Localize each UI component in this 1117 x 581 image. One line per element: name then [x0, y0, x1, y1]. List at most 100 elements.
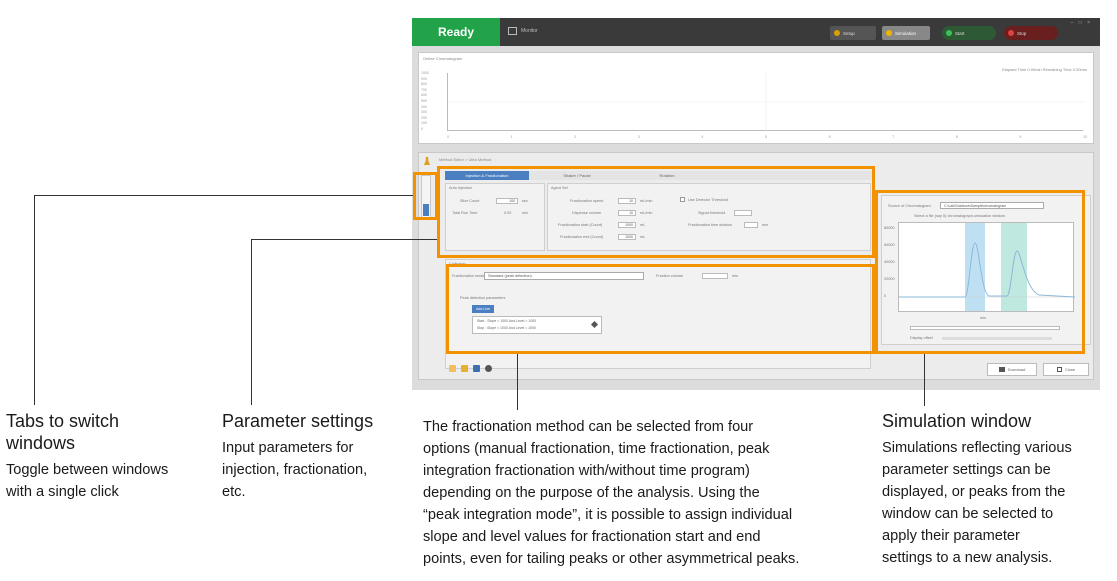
refresh-icon[interactable]	[485, 365, 492, 372]
annotation-simulation-body-1: Simulations reflecting various	[882, 440, 1072, 456]
flask-icon	[424, 157, 430, 165]
window-switch-tabs[interactable]	[421, 175, 431, 219]
chromatogram-y-tick: 600	[421, 93, 427, 98]
active-window-tab[interactable]	[423, 204, 429, 216]
monitor-tab[interactable]: Monitor	[508, 27, 538, 35]
start-label: Start	[955, 30, 965, 36]
tab-rotation[interactable]: Rotation	[625, 171, 709, 180]
chromatogram-x-tick: 5	[765, 135, 767, 139]
chromatogram-x-tick: 2	[574, 135, 577, 139]
signal-threshold-input[interactable]	[734, 210, 752, 216]
edit-pencil-icon[interactable]	[590, 320, 599, 329]
peak-parameter-list[interactable]: Start : Slope = 1000 And Level = 1000 St…	[472, 316, 602, 334]
fraction-volume-unit: min	[732, 274, 739, 278]
simulation-y-tick: 60000	[884, 243, 895, 247]
tab-shaker-pause[interactable]: Shaker / Pause	[535, 171, 619, 180]
app-window: Ready Monitor Setup Simulation Start Sto…	[412, 18, 1100, 390]
annotation-params-body-1: Input parameters for	[222, 440, 354, 456]
chromatogram-x-tick: 6	[828, 135, 831, 139]
chromatogram-time-info: Elapsed Time 0.00min Remaining Time 0.00…	[1002, 67, 1087, 72]
parameter-tabs: Injection & Fractionation Shaker / Pause…	[445, 171, 875, 180]
chromatogram-y-tick: 300	[421, 110, 427, 115]
total-run-time-value: 0.00	[504, 211, 512, 215]
detector-threshold-label: Use Detector Threshold	[688, 198, 729, 202]
dispense-volume-input[interactable]: 10	[618, 210, 636, 216]
status-ready: Ready	[412, 18, 500, 46]
close-button[interactable]: Close	[1043, 363, 1089, 376]
top-toolbar: Ready Monitor Setup Simulation Start Sto…	[412, 18, 1100, 46]
fractionation-window-input[interactable]	[744, 222, 758, 228]
detector-threshold-checkbox[interactable]	[680, 197, 685, 202]
chromatogram-y-tick: 200	[421, 115, 427, 120]
download-button[interactable]: Download	[987, 363, 1037, 376]
annotation-tabs-title-1: Tabs to switch	[6, 411, 120, 431]
chromatogram-x-tick: 4	[701, 135, 704, 139]
display-offset-slider[interactable]	[942, 337, 1052, 340]
save-icon[interactable]	[473, 365, 480, 372]
simulation-y-tick: 20000	[884, 277, 895, 281]
fractionation-window-label: Fractionation time window	[688, 223, 732, 227]
stop-button[interactable]: Stop	[1004, 26, 1058, 40]
chromatogram-plot-area[interactable]	[447, 73, 1084, 131]
add-line-button[interactable]: Add Line	[472, 305, 494, 313]
fraction-volume-input[interactable]	[702, 273, 728, 279]
leader-line-simulation	[924, 354, 925, 406]
simulation-icon	[886, 30, 892, 36]
window-controls[interactable]: – □ ×	[1071, 20, 1093, 26]
leader-line-params-v	[251, 239, 252, 405]
chromatogram-x-tick: 9	[1019, 135, 1022, 139]
chromatogram-y-tick: 0	[421, 127, 423, 131]
collection-heading: Collection	[449, 262, 466, 266]
open-folder-icon[interactable]	[461, 365, 468, 372]
simulation-y-tick: 0	[884, 294, 887, 298]
list-item[interactable]: Start : Slope = 1000 And Level = 1000	[477, 319, 536, 323]
simulation-button[interactable]: Simulation	[882, 26, 930, 40]
simulation-trace	[899, 242, 1075, 298]
annotation-params-body-3: etc.	[222, 484, 246, 500]
chromatogram-x-tick: 8	[955, 135, 958, 139]
close-icon	[1056, 367, 1062, 372]
fractionation-speed-input[interactable]: 10	[618, 198, 636, 204]
annotation-simulation-body-3: displayed, or peaks from the	[882, 484, 1066, 500]
start-icon	[946, 30, 952, 36]
total-run-time-unit: min	[522, 211, 529, 215]
fractionation-end-unit: mL	[640, 235, 646, 239]
chromatogram-x-tick: 0	[447, 135, 449, 139]
setup-button[interactable]: Setup	[830, 26, 876, 40]
list-item[interactable]: Stop : Slope = 1000 And Level = 1000	[477, 326, 536, 330]
new-icon[interactable]	[449, 365, 456, 372]
fractionation-mode-label: Fractionation mode	[452, 274, 485, 278]
annotation-fractionation-body-7: points, even for tailing peaks or other …	[423, 551, 800, 567]
chromatogram-y-tick: 900	[421, 76, 427, 81]
simulation-plot-title: Select a file (say 5) chromatograph-simu…	[914, 214, 1005, 218]
auto-injection-group: Auto Injection Slice Count 100 sec Total…	[445, 183, 545, 251]
fractionation-end-label: Fractionation end (Count)	[560, 235, 604, 239]
setup-label: Setup	[843, 30, 855, 36]
chromatogram-source-input[interactable]: C:\Lab\Solutions\Sample\chromatogram	[940, 202, 1044, 209]
fractionation-start-input[interactable]: 1000	[618, 222, 636, 228]
slice-count-input[interactable]: 100	[496, 198, 518, 204]
simulation-plot[interactable]	[898, 222, 1075, 312]
start-button[interactable]: Start	[942, 26, 996, 40]
slice-count-label: Slice Count	[460, 199, 480, 203]
tab-injection-fractionation[interactable]: Injection & Fractionation	[445, 171, 529, 180]
annotation-tabs-body-2: with a single click	[6, 484, 119, 500]
leader-line-tabs-v	[34, 195, 35, 405]
leader-line-params-h	[251, 239, 437, 240]
fractionation-end-input[interactable]: 1000	[618, 234, 636, 240]
chromatogram-y-tick: 400	[421, 104, 427, 109]
annotation-tabs-body-1: Toggle between windows	[6, 462, 169, 478]
chromatogram-x-tick: 3	[637, 135, 640, 139]
annotation-simulation-body-4: window can be selected to	[882, 506, 1054, 522]
stop-label: Stop	[1017, 30, 1027, 36]
annotation-tabs-title-2: windows	[6, 433, 76, 453]
chromatogram-y-tick: 700	[421, 87, 427, 92]
fractionation-mode-select[interactable]: Standard (peak detection)	[484, 272, 644, 280]
monitor-label: Monitor	[521, 28, 538, 34]
fractionation-start-unit: mL	[640, 223, 646, 227]
simulation-scrollbar[interactable]	[910, 326, 1060, 330]
chromatogram-x-tick: 10	[1083, 135, 1087, 139]
annotation-simulation-body-6: settings to a new analysis.	[882, 550, 1053, 566]
auto-injection-heading: Auto Injection	[449, 186, 473, 190]
simulation-label: Simulation	[895, 30, 917, 36]
